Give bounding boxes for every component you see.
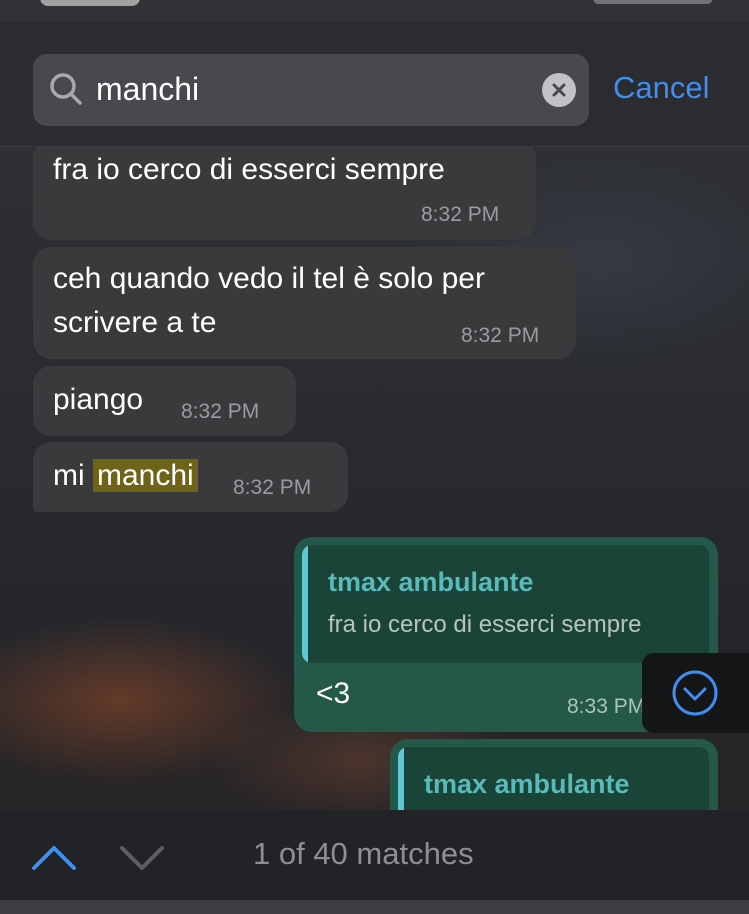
message-time: 8:32 PM [421, 203, 500, 226]
incoming-message[interactable]: fra io cerco di esserci sempre 8:32 PM [33, 140, 536, 240]
reply-author: tmax ambulante [424, 769, 630, 799]
cancel-button[interactable]: Cancel [613, 70, 710, 106]
match-counter: 1 of 40 matches [253, 836, 474, 871]
message-text: <3 [316, 677, 351, 710]
status-time [40, 0, 140, 6]
search-field[interactable]: manchi [33, 54, 589, 126]
clear-search-button[interactable] [542, 73, 576, 107]
message-prefix: mi [53, 459, 85, 492]
bottom-edge [0, 900, 749, 914]
message-time: 8:32 PM [233, 476, 312, 499]
message-text: fra io cerco di esserci sempre [53, 153, 445, 186]
message-text-line1: ceh quando vedo il tel è solo per [53, 262, 485, 295]
message-text: piango [53, 383, 144, 416]
message-time: 8:32 PM [461, 324, 540, 347]
message-text-line2: scrivere a te [53, 306, 217, 339]
incoming-message[interactable]: ceh quando vedo il tel è solo per scrive… [33, 247, 576, 359]
chevron-down-circle-icon [672, 670, 718, 716]
status-bar [0, 0, 749, 22]
search-icon [50, 73, 82, 105]
status-icons [593, 0, 713, 4]
scroll-to-bottom-button[interactable] [642, 653, 749, 733]
incoming-message[interactable]: piango 8:32 PM [33, 366, 296, 436]
reply-author: tmax ambulante [328, 567, 534, 597]
message-time: 8:33 PM [567, 695, 646, 718]
chevron-up-icon[interactable] [28, 838, 80, 878]
close-icon [552, 83, 566, 97]
message-time: 8:32 PM [181, 400, 260, 423]
search-header: manchi Cancel [0, 22, 749, 147]
search-input[interactable]: manchi [96, 71, 199, 108]
quoted-reply[interactable]: tmax ambulante fra io cerco di esserci s… [302, 545, 709, 663]
reply-text: fra io cerco di esserci sempre [328, 611, 642, 638]
chevron-down-icon[interactable] [116, 838, 168, 878]
message-text: mi manchi [53, 454, 198, 498]
search-navigation-bar: 1 of 40 matches [0, 810, 749, 914]
incoming-message[interactable]: mi manchi 8:32 PM [33, 442, 348, 512]
reply-accent-bar [302, 545, 308, 663]
search-match-highlight: manchi [93, 459, 198, 492]
